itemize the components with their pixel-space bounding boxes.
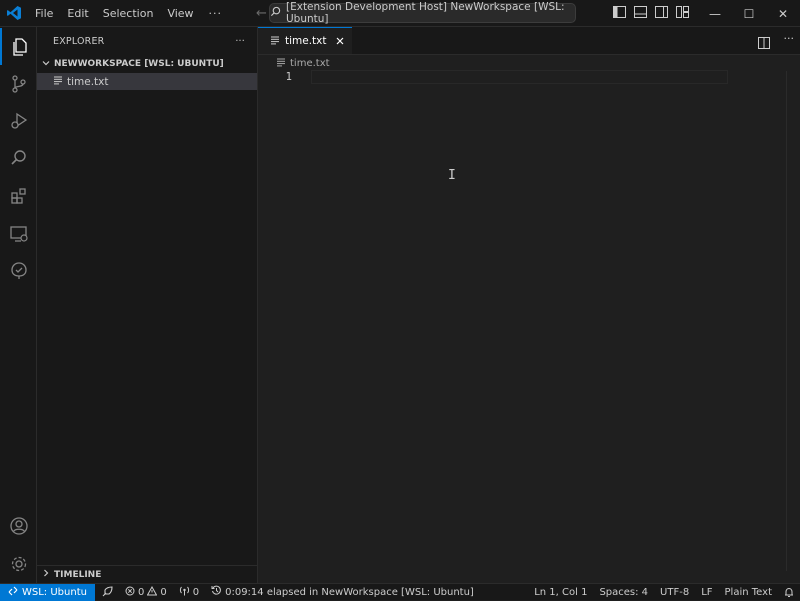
toggle-primary-sidebar-icon[interactable] — [612, 5, 626, 19]
sidebar-header: EXPLORER ··· — [37, 27, 257, 55]
close-window-button[interactable]: ✕ — [766, 0, 800, 27]
problems-indicator[interactable]: 0 0 — [119, 584, 173, 601]
mouse-ibeam-cursor-icon: I — [448, 168, 456, 183]
source-control-icon[interactable] — [0, 65, 37, 102]
warning-icon — [146, 585, 158, 599]
breadcrumb-file[interactable]: time.txt — [290, 58, 330, 69]
run-debug-icon[interactable] — [0, 102, 37, 139]
remote-icon — [8, 586, 18, 599]
toggle-panel-icon[interactable] — [633, 5, 647, 19]
explorer-sidebar: EXPLORER ··· NEWWORKSPACE [WSL: UBUNTU] … — [37, 27, 258, 583]
sidebar-more-button[interactable]: ··· — [235, 36, 245, 47]
elapsed-time-item[interactable]: 0:09:14 elapsed in NewWorkspace [WSL: Ub… — [205, 584, 480, 601]
tab-label: time.txt — [285, 35, 327, 47]
tab-time-txt[interactable]: time.txt — [258, 27, 352, 54]
text-file-icon — [276, 57, 286, 70]
chevron-right-icon — [41, 568, 51, 581]
activity-bar — [0, 27, 37, 583]
timeline-section-header[interactable]: TIMELINE — [37, 565, 257, 583]
history-icon — [211, 585, 222, 599]
editor-area: time.txt ··· time.txt 1 I — [258, 27, 800, 583]
testing-icon[interactable] — [0, 252, 37, 289]
vscode-logo-icon — [0, 0, 28, 27]
file-name: time.txt — [67, 75, 109, 88]
window-controls: — ☐ ✕ — [698, 0, 800, 27]
layout-controls — [612, 5, 689, 19]
text-file-icon — [53, 75, 63, 88]
menu-view[interactable]: View — [160, 0, 200, 27]
search-icon[interactable] — [0, 139, 37, 176]
cursor-position[interactable]: Ln 1, Col 1 — [528, 584, 593, 601]
close-icon[interactable] — [334, 35, 346, 47]
menu-more-button[interactable]: ··· — [201, 0, 231, 27]
minimize-button[interactable]: — — [698, 0, 732, 27]
error-icon — [125, 586, 135, 599]
customize-layout-icon[interactable] — [675, 5, 689, 19]
split-editor-icon[interactable] — [757, 34, 770, 53]
remote-indicator[interactable]: WSL: Ubuntu — [0, 583, 95, 601]
warning-count: 0 — [160, 586, 167, 598]
editor-actions: ··· — [757, 33, 795, 53]
command-center-label: [Extension Development Host] NewWorkspac… — [286, 1, 565, 25]
vertical-scrollbar[interactable] — [786, 71, 800, 571]
error-count: 0 — [137, 586, 145, 598]
ports-indicator[interactable]: 0 — [173, 584, 205, 601]
indentation[interactable]: Spaces: 4 — [593, 584, 654, 601]
file-item-time-txt[interactable]: time.txt — [37, 73, 257, 90]
menu-file[interactable]: File — [28, 0, 60, 27]
workspace-section-header[interactable]: NEWWORKSPACE [WSL: UBUNTU] — [37, 55, 257, 73]
remote-explorer-icon[interactable] — [0, 215, 37, 252]
remote-label: WSL: Ubuntu — [22, 586, 87, 598]
chevron-down-icon — [41, 58, 51, 71]
extension-host-icon[interactable] — [95, 584, 119, 601]
files-icon[interactable] — [0, 28, 37, 65]
line-number: 1 — [285, 71, 292, 83]
editor-tab-bar: time.txt ··· — [258, 27, 800, 55]
back-arrow-icon[interactable]: ← — [256, 6, 267, 21]
text-editor[interactable]: 1 I — [258, 70, 800, 571]
toggle-secondary-sidebar-icon[interactable] — [654, 5, 668, 19]
timeline-title: TIMELINE — [54, 569, 102, 580]
breadcrumb: time.txt — [258, 55, 800, 71]
encoding[interactable]: UTF-8 — [654, 584, 695, 601]
search-icon — [270, 6, 281, 20]
text-file-icon — [270, 35, 280, 48]
status-bar: WSL: Ubuntu 0 0 0 0:09:14 elapsed in New… — [0, 583, 800, 601]
elapsed-time-text: 0:09:14 elapsed in NewWorkspace [WSL: Ub… — [225, 586, 474, 598]
status-right-group: Ln 1, Col 1 Spaces: 4 UTF-8 LF Plain Tex… — [528, 584, 800, 601]
current-line-highlight — [311, 70, 728, 84]
command-center[interactable]: [Extension Development Host] NewWorkspac… — [269, 1, 576, 25]
menu-selection[interactable]: Selection — [96, 0, 161, 27]
language-mode[interactable]: Plain Text — [719, 584, 778, 601]
extensions-icon[interactable] — [0, 177, 37, 214]
sidebar-title: EXPLORER — [53, 35, 105, 47]
settings-gear-icon[interactable] — [0, 545, 37, 582]
workspace-name: NEWWORKSPACE [WSL: UBUNTU] — [54, 59, 224, 69]
ports-count: 0 — [192, 586, 200, 598]
maximize-button[interactable]: ☐ — [732, 0, 766, 27]
broadcast-icon — [179, 586, 190, 599]
menu-edit[interactable]: Edit — [60, 0, 95, 27]
notifications-bell-icon[interactable] — [778, 584, 800, 601]
more-actions-icon[interactable]: ··· — [784, 33, 795, 53]
title-bar: File Edit Selection View ··· ← → [Extens… — [0, 0, 800, 27]
account-icon[interactable] — [0, 507, 37, 544]
end-of-line[interactable]: LF — [695, 584, 718, 601]
